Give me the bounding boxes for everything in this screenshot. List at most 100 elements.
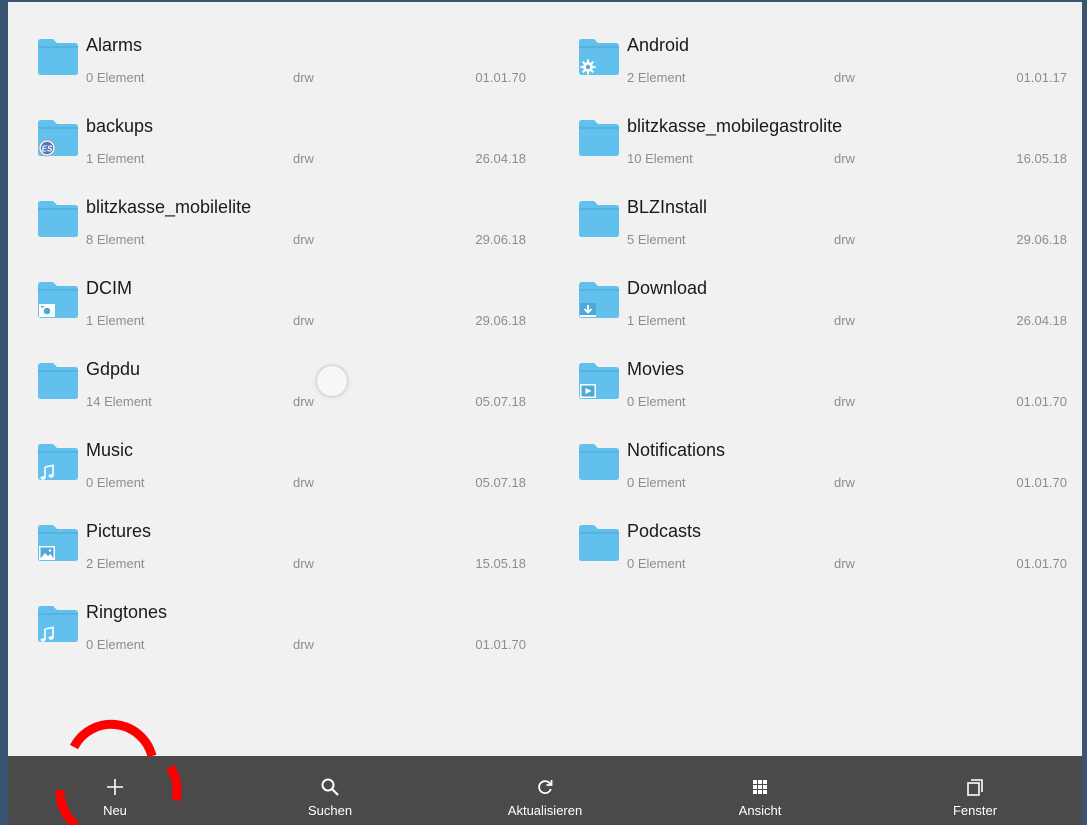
windows-button[interactable]: Fenster [868,756,1082,825]
search-button[interactable]: Suchen [223,756,437,825]
permissions: drw [293,475,314,490]
permissions: drw [293,70,314,85]
video-icon [578,381,598,400]
folder-list: Alarms 0 Element drw 01.01.70 Android 2 … [16,4,1087,758]
permissions: drw [834,475,855,490]
folder-icon [36,522,80,562]
item-count: 0 Element [627,475,686,490]
view-label: Ansicht [738,803,782,818]
folder-icon [577,117,621,157]
modified-date: 26.04.18 [475,151,526,166]
folder-name: Ringtones [86,602,168,622]
modified-date: 01.01.17 [1016,70,1067,85]
folder-name: Movies [627,359,685,379]
folder-icon [36,441,80,481]
folder-icon [577,198,621,238]
folder-item-android[interactable]: Android 2 Element drw 01.01.17 [557,24,1077,102]
modified-date: 15.05.18 [475,556,526,571]
folder-item-blitzkasse-mobilelite[interactable]: blitzkasse_mobilelite 8 Element drw 29.0… [16,186,536,264]
permissions: drw [293,556,314,571]
folder-name: DCIM [86,278,132,298]
permissions: drw [293,232,314,247]
item-count: 0 Element [86,637,145,652]
folder-item-gdpdu[interactable]: Gdpdu 14 Element drw 05.07.18 [16,348,536,426]
folder-name: blitzkasse_mobilegastrolite [627,116,843,136]
folder-name: Notifications [627,440,726,460]
view-button[interactable]: Ansicht [653,756,867,825]
new-label: Neu [103,803,127,818]
item-count: 5 Element [627,232,686,247]
folder-name: BLZInstall [627,197,708,217]
folder-item-music[interactable]: Music 0 Element drw 05.07.18 [16,429,536,507]
permissions: drw [834,232,855,247]
modified-date: 29.06.18 [1016,232,1067,247]
folder-item-blzinstall[interactable]: BLZInstall 5 Element drw 29.06.18 [557,186,1077,264]
modified-date: 26.04.18 [1016,313,1067,328]
es-app-icon: ES [37,138,57,157]
folder-item-alarms[interactable]: Alarms 0 Element drw 01.01.70 [16,24,536,102]
folder-name: Music [86,440,134,460]
download-arrow-icon [578,300,598,319]
folder-icon [36,36,80,76]
item-count: 2 Element [86,556,145,571]
folder-item-download[interactable]: Download 1 Element drw 26.04.18 [557,267,1077,345]
folder-name: Podcasts [627,521,702,541]
touch-indicator [317,366,347,396]
modified-date: 01.01.70 [1016,394,1067,409]
folder-item-movies[interactable]: Movies 0 Element drw 01.01.70 [557,348,1077,426]
music-note-icon [37,624,57,643]
permissions: drw [834,313,855,328]
folder-item-pictures[interactable]: Pictures 2 Element drw 15.05.18 [16,510,536,588]
item-count: 10 Element [627,151,693,166]
permissions: drw [293,151,314,166]
search-label: Suchen [307,803,353,818]
refresh-icon [535,777,555,797]
folder-icon [577,36,621,76]
modified-date: 05.07.18 [475,394,526,409]
item-count: 14 Element [86,394,152,409]
windows-icon [965,777,985,797]
modified-date: 01.01.70 [475,70,526,85]
folder-icon [36,198,80,238]
folder-item-blitzkasse-mobilegastrolite[interactable]: blitzkasse_mobilegastrolite 10 Element d… [557,105,1077,183]
image-icon [37,543,57,562]
folder-name: Android [627,35,690,55]
folder-icon [36,360,80,400]
modified-date: 01.01.70 [475,637,526,652]
modified-date: 01.01.70 [1016,475,1067,490]
modified-date: 29.06.18 [475,232,526,247]
folder-name: Gdpdu [86,359,141,379]
folder-name: Alarms [86,35,143,55]
permissions: drw [293,394,314,409]
file-manager-window: Alarms 0 Element drw 01.01.70 Android 2 … [0,0,1087,825]
folder-icon [577,279,621,319]
refresh-button[interactable]: Aktualisieren [438,756,652,825]
item-count: 0 Element [86,70,145,85]
folder-item-dcim[interactable]: DCIM 1 Element drw 29.06.18 [16,267,536,345]
gear-icon [578,57,598,76]
modified-date: 16.05.18 [1016,151,1067,166]
folder-icon [577,360,621,400]
item-count: 1 Element [86,151,145,166]
modified-date: 01.01.70 [1016,556,1067,571]
folder-name: Pictures [86,521,152,541]
folder-item-ringtones[interactable]: Ringtones 0 Element drw 01.01.70 [16,591,536,669]
item-count: 2 Element [627,70,686,85]
folder-item-backups[interactable]: ES backups 1 Element drw 26.04.18 [16,105,536,183]
camera-icon [37,300,57,319]
permissions: drw [293,637,314,652]
folder-icon [577,441,621,481]
windows-label: Fenster [952,803,998,818]
modified-date: 29.06.18 [475,313,526,328]
new-button[interactable]: Neu [8,756,222,825]
item-count: 1 Element [627,313,686,328]
item-count: 0 Element [627,394,686,409]
plus-icon [105,777,125,797]
permissions: drw [834,394,855,409]
folder-name: blitzkasse_mobilelite [86,197,252,217]
folder-item-notifications[interactable]: Notifications 0 Element drw 01.01.70 [557,429,1077,507]
folder-icon [36,603,80,643]
folder-icon [36,279,80,319]
bottom-toolbar: Neu Suchen Aktualisieren Ansicht Fenster [8,756,1082,825]
folder-item-podcasts[interactable]: Podcasts 0 Element drw 01.01.70 [557,510,1077,588]
